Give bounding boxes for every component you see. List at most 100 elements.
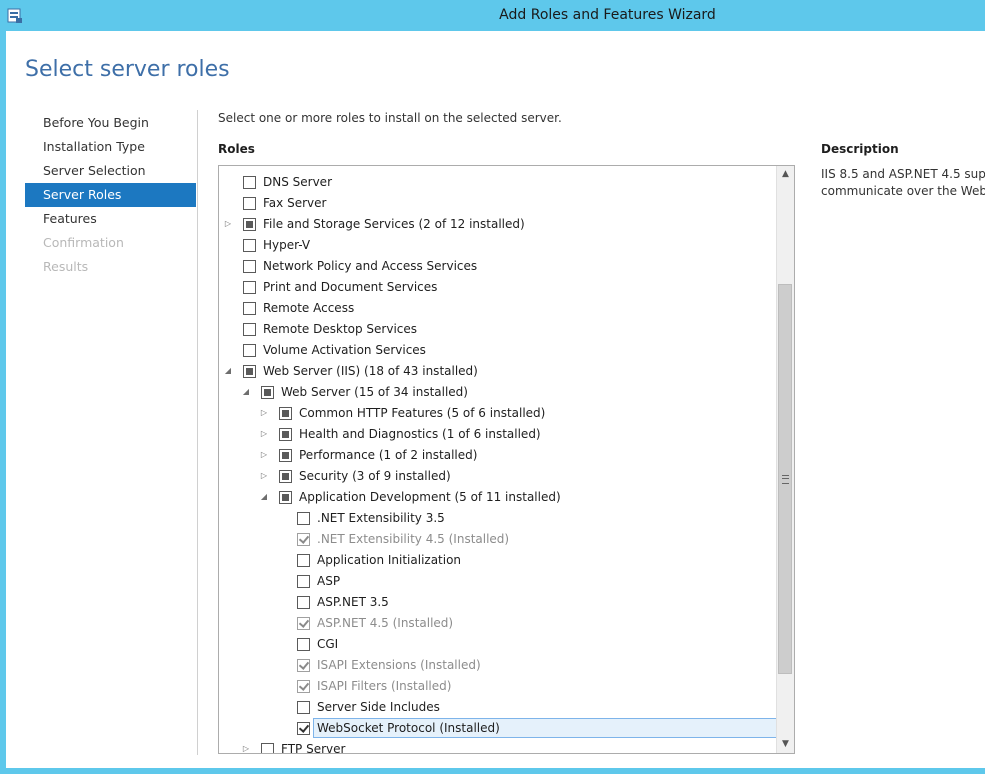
role-checkbox[interactable] bbox=[243, 365, 256, 378]
role-tree-item[interactable]: Print and Document Services bbox=[219, 277, 779, 298]
role-tree-item[interactable]: Server Side Includes bbox=[219, 697, 779, 718]
role-tree-item[interactable]: ISAPI Extensions (Installed) bbox=[219, 655, 779, 676]
scrollbar-grip-icon bbox=[782, 475, 789, 484]
role-tree-item[interactable]: Network Policy and Access Services bbox=[219, 256, 779, 277]
tree-collapsed-icon[interactable]: ▷ bbox=[259, 450, 269, 460]
tree-collapsed-icon[interactable]: ▷ bbox=[223, 219, 233, 229]
role-tree-item[interactable]: Remote Desktop Services bbox=[219, 319, 779, 340]
role-label: Fax Server bbox=[263, 196, 327, 210]
role-label: ASP.NET 3.5 bbox=[317, 595, 389, 609]
role-tree-item[interactable]: ▷ Health and Diagnostics (1 of 6 installe… bbox=[219, 424, 779, 445]
scroll-down-arrow-icon[interactable]: ▼ bbox=[777, 736, 794, 753]
role-tree-item[interactable]: Application Initialization bbox=[219, 550, 779, 571]
role-checkbox[interactable] bbox=[297, 575, 310, 588]
window-title: Add Roles and Features Wizard bbox=[499, 7, 716, 23]
wizard-navigation: Before You Begin Installation Type Server … bbox=[25, 111, 196, 279]
role-label: Security (3 of 9 installed) bbox=[299, 469, 451, 483]
nav-item-before-you-begin[interactable]: Before You Begin bbox=[25, 111, 196, 135]
role-checkbox[interactable] bbox=[243, 218, 256, 231]
tree-collapsed-icon[interactable]: ▷ bbox=[259, 429, 269, 439]
role-checkbox[interactable] bbox=[297, 554, 310, 567]
nav-item-server-roles[interactable]: Server Roles bbox=[25, 183, 196, 207]
roles-tree-items: DNS Server Fax Server ▷ File and Storage Se… bbox=[219, 172, 779, 754]
nav-item-server-selection[interactable]: Server Selection bbox=[25, 159, 196, 183]
role-label: Application Development (5 of 11 install… bbox=[299, 490, 561, 504]
role-checkbox[interactable] bbox=[243, 197, 256, 210]
role-tree-item[interactable]: ▷ File and Storage Services (2 of 12 inst… bbox=[219, 214, 779, 235]
role-checkbox[interactable] bbox=[243, 323, 256, 336]
role-checkbox[interactable] bbox=[243, 239, 256, 252]
navigation-divider bbox=[197, 110, 198, 755]
role-tree-item[interactable]: ▷ Common HTTP Features (5 of 6 installed) bbox=[219, 403, 779, 424]
role-label: Network Policy and Access Services bbox=[263, 259, 478, 273]
window-frame-bottom bbox=[0, 768, 985, 774]
role-label: CGI bbox=[317, 637, 339, 651]
role-label: Health and Diagnostics (1 of 6 installed… bbox=[299, 427, 541, 441]
role-label: FTP Server bbox=[281, 742, 346, 754]
role-tree-item[interactable]: ISAPI Filters (Installed) bbox=[219, 676, 779, 697]
role-tree-item[interactable]: .NET Extensibility 3.5 bbox=[219, 508, 779, 529]
role-tree-item[interactable]: ASP bbox=[219, 571, 779, 592]
role-checkbox[interactable] bbox=[243, 281, 256, 294]
role-checkbox[interactable] bbox=[297, 512, 310, 525]
role-tree-item[interactable]: ASP.NET 3.5 bbox=[219, 592, 779, 613]
tree-collapsed-icon[interactable]: ▷ bbox=[259, 408, 269, 418]
role-label: Volume Activation Services bbox=[263, 343, 426, 357]
roles-scrollbar[interactable]: ▲ ▼ bbox=[776, 166, 794, 753]
role-checkbox[interactable] bbox=[279, 470, 292, 483]
role-label: ISAPI Filters (Installed) bbox=[317, 679, 452, 693]
role-checkbox[interactable] bbox=[243, 260, 256, 273]
role-tree-item[interactable]: Hyper-V bbox=[219, 235, 779, 256]
scroll-up-arrow-icon[interactable]: ▲ bbox=[777, 166, 794, 183]
tree-expanded-icon[interactable]: ◢ bbox=[241, 387, 251, 397]
role-checkbox[interactable] bbox=[243, 176, 256, 189]
role-tree-item[interactable]: ◢ Web Server (IIS) (18 of 43 installed) bbox=[219, 361, 779, 382]
role-tree-item[interactable]: ◢ Application Development (5 of 11 instal… bbox=[219, 487, 779, 508]
nav-item-confirmation: Confirmation bbox=[43, 235, 124, 250]
role-label: Performance (1 of 2 installed) bbox=[299, 448, 478, 462]
nav-item-features[interactable]: Features bbox=[25, 207, 196, 231]
role-checkbox[interactable] bbox=[279, 407, 292, 420]
role-checkbox[interactable] bbox=[279, 449, 292, 462]
role-label: DNS Server bbox=[263, 175, 332, 189]
tree-collapsed-icon[interactable]: ▷ bbox=[259, 471, 269, 481]
role-checkbox[interactable] bbox=[261, 386, 274, 399]
role-checkbox[interactable] bbox=[297, 596, 310, 609]
role-tree-item[interactable]: ▷ Security (3 of 9 installed) bbox=[219, 466, 779, 487]
role-tree-item[interactable]: CGI bbox=[219, 634, 779, 655]
role-checkbox bbox=[297, 680, 310, 693]
role-checkbox[interactable] bbox=[261, 743, 274, 753]
tree-collapsed-icon[interactable]: ▷ bbox=[241, 744, 251, 753]
role-checkbox bbox=[297, 617, 310, 630]
role-tree-item[interactable]: ▷ Performance (1 of 2 installed) bbox=[219, 445, 779, 466]
tree-expanded-icon[interactable]: ◢ bbox=[259, 492, 269, 502]
role-tree-item[interactable]: ASP.NET 4.5 (Installed) bbox=[219, 613, 779, 634]
scrollbar-thumb[interactable] bbox=[778, 284, 792, 674]
role-tree-item[interactable]: .NET Extensibility 4.5 (Installed) bbox=[219, 529, 779, 550]
role-tree-item[interactable]: DNS Server bbox=[219, 172, 779, 193]
role-checkbox[interactable] bbox=[297, 701, 310, 714]
role-label: Hyper-V bbox=[263, 238, 311, 252]
nav-item-installation-type[interactable]: Installation Type bbox=[25, 135, 196, 159]
role-checkbox[interactable] bbox=[297, 638, 310, 651]
role-tree-item[interactable]: ▷ FTP Server bbox=[219, 739, 779, 754]
role-label: Web Server (15 of 34 installed) bbox=[281, 385, 468, 399]
role-tree-item[interactable]: Volume Activation Services bbox=[219, 340, 779, 361]
role-checkbox[interactable] bbox=[243, 344, 256, 357]
role-label: Remote Access bbox=[263, 301, 355, 315]
role-tree-item[interactable]: Fax Server bbox=[219, 193, 779, 214]
role-label: File and Storage Services (2 of 12 insta… bbox=[263, 217, 525, 231]
role-label: .NET Extensibility 3.5 bbox=[317, 511, 445, 525]
roles-tree[interactable]: DNS Server Fax Server ▷ File and Storage Se… bbox=[218, 165, 795, 754]
role-tree-item[interactable]: ◢ Web Server (15 of 34 installed) bbox=[219, 382, 779, 403]
role-checkbox[interactable] bbox=[243, 302, 256, 315]
role-checkbox[interactable] bbox=[279, 428, 292, 441]
role-tree-item[interactable]: WebSocket Protocol (Installed) bbox=[219, 718, 779, 739]
role-checkbox[interactable] bbox=[279, 491, 292, 504]
role-label: ISAPI Extensions (Installed) bbox=[317, 658, 481, 672]
role-checkbox bbox=[297, 722, 310, 735]
role-label: Print and Document Services bbox=[263, 280, 438, 294]
description-text: IIS 8.5 and ASP.NET 4.5 support communic… bbox=[821, 167, 985, 198]
tree-expanded-icon[interactable]: ◢ bbox=[223, 366, 233, 376]
role-tree-item[interactable]: Remote Access bbox=[219, 298, 779, 319]
